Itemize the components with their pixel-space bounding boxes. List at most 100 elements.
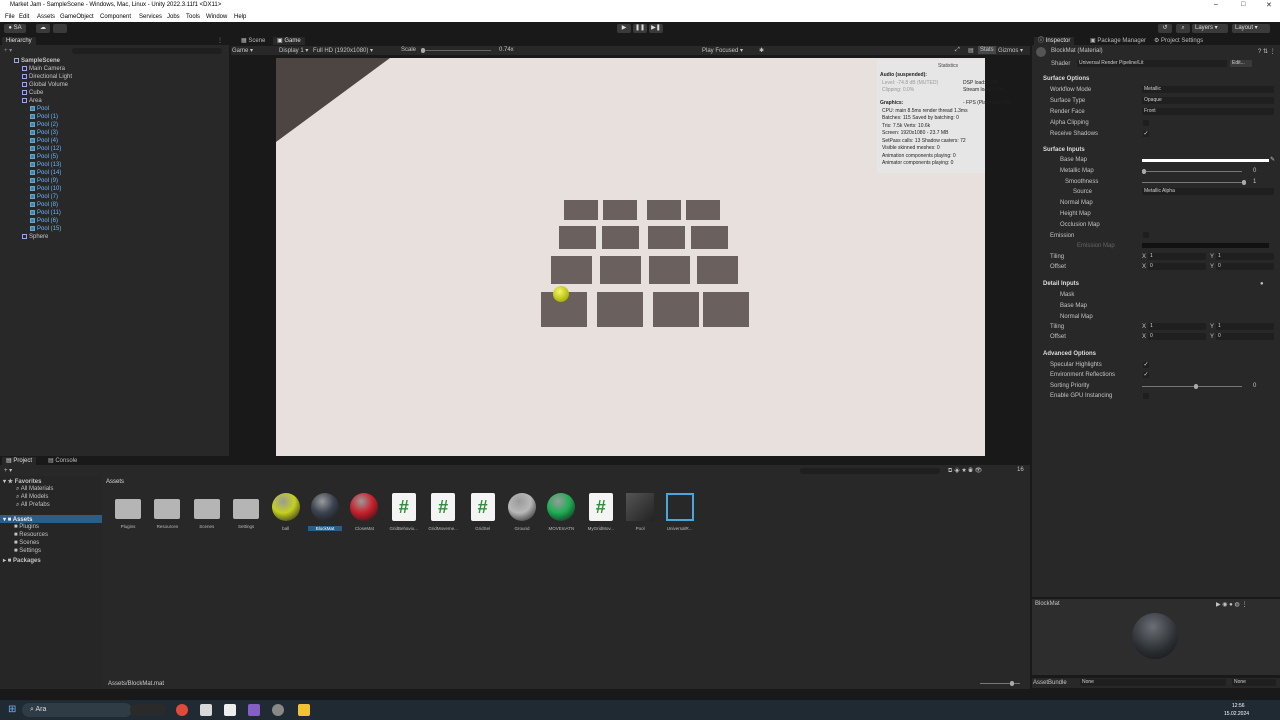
emission-color[interactable]: [1142, 243, 1269, 248]
hierarchy-item[interactable]: Pool (6): [30, 217, 58, 225]
asset-item[interactable]: Settings: [229, 493, 263, 529]
tiling-y-field[interactable]: 1: [1216, 253, 1274, 260]
metallic-slider-thumb[interactable]: [1142, 169, 1146, 174]
hierarchy-item[interactable]: Pool (4): [30, 137, 58, 145]
project-filter-icons[interactable]: ⧉ ◈ ★ ◉ 👁: [948, 467, 982, 475]
chrome-icon[interactable]: [176, 704, 188, 716]
game-mode-dropdown[interactable]: Game ▾: [232, 47, 253, 54]
history-icon[interactable]: ↺: [1158, 24, 1172, 33]
sorting-slider-thumb[interactable]: [1194, 384, 1198, 389]
tab-inspector[interactable]: ⓘ Inspector: [1034, 37, 1075, 45]
advanced-options-header[interactable]: Advanced Options: [1043, 351, 1096, 357]
source-dropdown[interactable]: Metallic Alpha: [1142, 188, 1274, 195]
specular-checkbox[interactable]: ✓: [1143, 362, 1149, 368]
layout-dropdown[interactable]: Layout ▾: [1232, 24, 1270, 33]
asset-item[interactable]: Resources: [150, 493, 184, 529]
detail-inputs-header[interactable]: Detail Inputs: [1043, 281, 1079, 287]
asset-item[interactable]: # GridBehavio...: [387, 493, 421, 531]
fav-all-prefabs[interactable]: ⌕ All Prefabs: [16, 502, 50, 509]
detail-tiling-x-field[interactable]: 1: [1148, 323, 1206, 330]
assetbundle-dropdown[interactable]: None: [1080, 679, 1226, 686]
layers-dropdown[interactable]: Layers ▾: [1192, 24, 1228, 33]
assetbundle-variant-dropdown[interactable]: None: [1232, 679, 1276, 686]
hierarchy-item[interactable]: Pool (5): [30, 153, 58, 161]
workflow-dropdown[interactable]: Metallic: [1142, 86, 1274, 93]
sorting-slider[interactable]: [1142, 386, 1242, 387]
surface-type-dropdown[interactable]: Opaque: [1142, 97, 1274, 104]
hierarchy-item[interactable]: Cube: [22, 89, 43, 97]
visual-studio-icon[interactable]: [248, 704, 260, 716]
scale-slider[interactable]: [421, 50, 491, 51]
tab-package-manager[interactable]: ▣ Package Manager: [1086, 37, 1150, 45]
offset-y-field[interactable]: 0: [1216, 263, 1274, 270]
smoothness-value[interactable]: 1: [1253, 179, 1256, 185]
scale-slider-thumb[interactable]: [421, 48, 425, 53]
hierarchy-item[interactable]: Pool (10): [30, 185, 61, 193]
hierarchy-item[interactable]: Area: [22, 97, 42, 105]
asset-item[interactable]: UniversalR...: [663, 493, 697, 531]
asset-item[interactable]: Pool: [623, 493, 657, 531]
gpu-instancing-checkbox[interactable]: [1143, 393, 1149, 399]
unity-icon[interactable]: [224, 704, 236, 716]
aspect-icon[interactable]: ⤢: [955, 47, 960, 54]
hierarchy-item[interactable]: Sphere: [22, 233, 48, 241]
tab-scene[interactable]: ▦ Scene: [237, 37, 269, 45]
hierarchy-item[interactable]: Directional Light: [22, 73, 72, 81]
emission-checkbox[interactable]: [1143, 232, 1149, 238]
search-icon[interactable]: ⌕: [1176, 24, 1190, 33]
surface-inputs-header[interactable]: Surface Inputs: [1043, 147, 1085, 153]
hierarchy-search[interactable]: + ▾: [4, 47, 224, 54]
hierarchy-item[interactable]: Pool (12): [30, 145, 61, 153]
smoothness-slider-thumb[interactable]: [1242, 180, 1246, 185]
menu-assets[interactable]: Assets: [37, 14, 55, 20]
unity-hub-icon[interactable]: [200, 704, 212, 716]
settings-icon[interactable]: ▤: [968, 47, 974, 54]
menu-component[interactable]: Component: [100, 14, 131, 20]
tree-scenes[interactable]: ■ Scenes: [14, 540, 39, 546]
sorting-value[interactable]: 0: [1253, 383, 1256, 389]
menu-services[interactable]: Services: [139, 14, 162, 20]
asset-item[interactable]: ball: [269, 493, 303, 531]
taskbar-search[interactable]: ⌕ Ara: [22, 703, 132, 717]
menu-gameobject[interactable]: GameObject: [60, 14, 94, 20]
tab-game[interactable]: ▣ Game: [273, 37, 305, 45]
app-icon[interactable]: [272, 704, 284, 716]
tree-plugins[interactable]: ■ Plugins: [14, 524, 39, 530]
fav-all-materials[interactable]: ⌕ All Materials: [16, 486, 53, 493]
pause-button[interactable]: ❚❚: [633, 24, 647, 33]
hierarchy-scene[interactable]: SampleScene: [14, 57, 60, 65]
tab-project-settings[interactable]: ⚙ Project Settings: [1150, 37, 1207, 45]
collab-icon[interactable]: [53, 24, 67, 33]
tab-hierarchy[interactable]: Hierarchy: [2, 37, 36, 45]
menu-window[interactable]: Window: [206, 14, 227, 20]
menu-jobs[interactable]: Jobs: [167, 14, 180, 20]
help-icon[interactable]: ? ⇅ ⋮: [1258, 48, 1276, 55]
hierarchy-item[interactable]: Pool (11): [30, 209, 61, 217]
base-map-color[interactable]: [1142, 159, 1269, 162]
menu-dots-icon[interactable]: ⋮: [217, 37, 223, 44]
alpha-clip-checkbox[interactable]: [1143, 120, 1149, 126]
receive-shadows-checkbox[interactable]: ✓: [1143, 131, 1149, 137]
hierarchy-item[interactable]: Pool (9): [30, 177, 58, 185]
tree-resources[interactable]: ■ Resources: [14, 532, 48, 538]
hierarchy-item[interactable]: Pool (8): [30, 201, 58, 209]
icon-size-slider-thumb[interactable]: [1010, 681, 1014, 686]
play-focused-dropdown[interactable]: Play Focused ▾: [702, 47, 743, 54]
file-explorer-icon[interactable]: [298, 704, 310, 716]
offset-x-field[interactable]: 0: [1148, 263, 1206, 270]
asset-item[interactable]: MOVEmATN: [544, 493, 578, 531]
favorites-header[interactable]: ▾ ★ Favorites: [3, 478, 41, 485]
cloud-icon[interactable]: ☁: [36, 24, 50, 33]
step-button[interactable]: ▶❚: [649, 24, 663, 33]
project-add-icon[interactable]: + ▾: [4, 467, 12, 474]
menu-tools[interactable]: Tools: [186, 14, 200, 20]
hierarchy-item[interactable]: Pool (3): [30, 129, 58, 137]
asset-item[interactable]: Plugins: [111, 493, 145, 529]
hierarchy-search-input[interactable]: [72, 47, 223, 54]
copilot-icon[interactable]: [130, 704, 166, 716]
hierarchy-item[interactable]: Pool: [30, 105, 49, 113]
asset-item[interactable]: CloseMat: [347, 493, 381, 531]
render-face-dropdown[interactable]: Front: [1142, 108, 1274, 115]
hierarchy-item[interactable]: Pool (15): [30, 225, 61, 233]
tab-project[interactable]: ▤ Project: [2, 457, 37, 465]
